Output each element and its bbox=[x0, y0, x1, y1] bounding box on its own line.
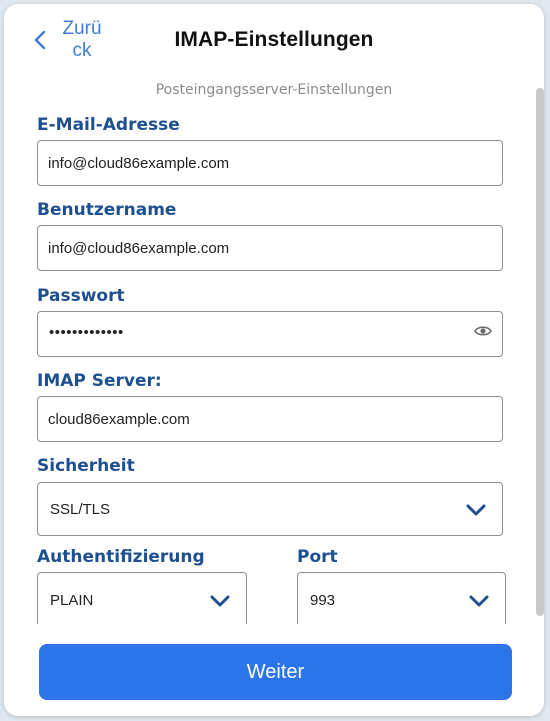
security-select[interactable]: SSL/TLS bbox=[37, 482, 503, 536]
email-field[interactable]: info@cloud86example.com bbox=[37, 140, 503, 186]
password-field[interactable]: ••••••••••••• bbox=[37, 311, 503, 357]
username-value: info@cloud86example.com bbox=[48, 240, 230, 257]
password-value: ••••••••••••• bbox=[49, 324, 124, 341]
chevron-down-icon bbox=[469, 594, 489, 612]
email-label: E-Mail-Adresse bbox=[37, 115, 180, 135]
imap-server-value: cloud86example.com bbox=[48, 411, 190, 428]
chevron-down-icon bbox=[466, 503, 486, 521]
imap-server-label: IMAP Server: bbox=[37, 371, 162, 391]
page-title: IMAP-Einstellungen bbox=[174, 28, 374, 51]
security-value: SSL/TLS bbox=[50, 501, 111, 518]
scrollbar[interactable] bbox=[536, 88, 544, 616]
imap-settings-card: Zurück IMAP-Einstellungen Posteingangsse… bbox=[4, 4, 544, 716]
eye-icon[interactable] bbox=[474, 324, 492, 343]
port-select[interactable]: 993 bbox=[297, 572, 506, 632]
chevron-down-icon bbox=[210, 594, 230, 612]
password-label: Passwort bbox=[37, 286, 125, 306]
port-label: Port bbox=[297, 547, 338, 567]
username-field[interactable]: info@cloud86example.com bbox=[37, 225, 503, 271]
port-value: 993 bbox=[310, 592, 336, 609]
security-label: Sicherheit bbox=[37, 456, 135, 476]
auth-label: Authentifizierung bbox=[37, 547, 205, 567]
imap-server-field[interactable]: cloud86example.com bbox=[37, 396, 503, 442]
section-subtitle: Posteingangsserver-Einstellungen bbox=[155, 82, 393, 98]
next-button[interactable]: Weiter bbox=[39, 644, 512, 700]
header: Zurück IMAP-Einstellungen bbox=[4, 4, 544, 84]
auth-select[interactable]: PLAIN bbox=[37, 572, 247, 632]
email-value: info@cloud86example.com bbox=[48, 155, 230, 172]
username-label: Benutzername bbox=[37, 200, 177, 220]
auth-value: PLAIN bbox=[50, 592, 94, 609]
